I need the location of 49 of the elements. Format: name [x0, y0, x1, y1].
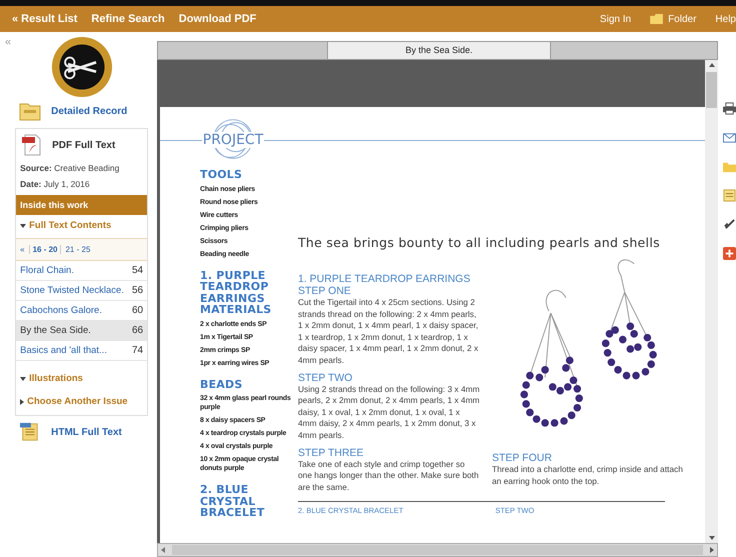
pager-link[interactable]: 16 - 20 [28, 245, 62, 254]
article-item[interactable]: Floral Chain. 54 [16, 261, 148, 281]
section-heading: 2. BLUE CRYSTAL BRACELET [200, 484, 266, 518]
step-text: Using 2 strands thread on the following: 3 x 4mm pearls, 2 x 2mm donut, 2 x 4mm pearls, 1 x 4mm daisy, 1 x oval, 1 x 2mm donut, 1 x oval, 1 x 4mm daisy, 2 x 4mm pearls, 1 x 2mm donut, 3 x 4mm pearls. [298, 384, 480, 442]
pdf-full-text-link[interactable]: PDF Full Text [52, 140, 116, 150]
section-toggle[interactable]: Choose Another Issue [16, 390, 148, 413]
nav-link[interactable]: Sign In [600, 14, 632, 24]
pager-link[interactable]: « [20, 245, 25, 254]
html-full-text-link[interactable]: HTML Full Text [51, 426, 122, 438]
nav-link[interactable]: Folder [668, 14, 696, 24]
step-title: STEP ONE [298, 286, 352, 297]
detailed-record-link[interactable]: Detailed Record [51, 106, 128, 116]
nav-link[interactable]: Help [715, 14, 736, 24]
source-text: Source: Creative Beading [19, 162, 120, 175]
step-text: Thread into a charlotte end, crimp inside and attach an earring hook onto the top. [492, 464, 684, 488]
project-label: PROJECT [202, 132, 264, 148]
logo-icon [50, 36, 113, 98]
folder-icon [19, 101, 42, 121]
date-text: Date: July 1, 2016 [19, 178, 91, 191]
section-toggle[interactable]: Illustrations [16, 367, 148, 390]
step-title: STEP FOUR [492, 453, 553, 464]
article-item[interactable]: By the Sea Side. 66 [16, 321, 148, 341]
document-title: By the Sea Side. [327, 42, 551, 59]
article-item[interactable]: Basics and 'all that... 74 [16, 341, 148, 361]
full-text-contents-toggle[interactable]: Full Text Contents [16, 215, 148, 236]
headline: The sea brings bounty to all including pearls and shells [298, 235, 660, 250]
pager-link[interactable]: 21 - 25 [65, 245, 90, 254]
step-text: Take one of each style and crimp together so one hangs longer than the other. Make sure both are the same. [298, 458, 480, 494]
pdf-file-icon [22, 134, 42, 156]
note-icon[interactable] [723, 189, 736, 202]
article-item[interactable]: Stone Twisted Necklace. 56 [16, 281, 148, 301]
project-title: 1. PURPLE TEARDROP EARRINGS [298, 274, 472, 285]
nav-link[interactable]: Refine Search [91, 13, 165, 25]
envelope-icon[interactable] [723, 131, 736, 144]
section-heading: BEADS [200, 378, 244, 390]
nav-link[interactable]: « Result List [12, 13, 78, 25]
step-title: STEP TWO [298, 372, 354, 384]
step-title: STEP THREE [298, 448, 365, 459]
collapse-button[interactable]: « [0, 32, 14, 48]
section-header: Inside this work [16, 195, 148, 215]
vertical-scrollbar[interactable] [705, 60, 718, 543]
step-text: Cut the Tigertail into 4 x 25cm sections. Using 2 strands thread on the following: 2 x 4mm pearls, 1 x 2mm donut, 1 x 4mm pearl, 1 x daisy spacer, 1 x teardrop, 1 x 2mm donut, 1 x teardrop, 1 x daisy spacer, 1 x 4mm pearl, 1 x 2mm donut, 2 x 4mm pearls. [298, 297, 480, 367]
nav-link[interactable]: Download PDF [178, 13, 256, 25]
horizontal-scrollbar[interactable] [157, 543, 718, 557]
folder-icon [650, 14, 664, 24]
section-heading: TOOLS [200, 169, 244, 180]
section-heading: 1. PURPLE TEARDROP EARRINGS MATERIALS [200, 270, 272, 316]
plus-icon[interactable] [723, 247, 736, 260]
printer-icon[interactable] [723, 102, 736, 115]
